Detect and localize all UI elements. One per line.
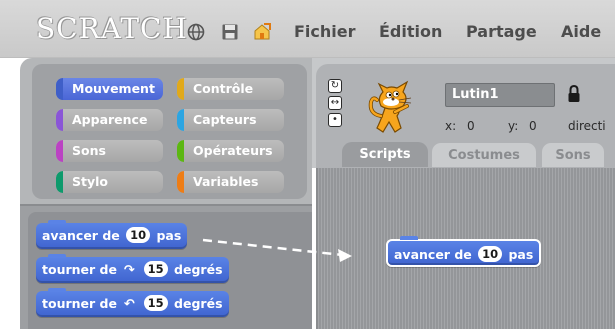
sprite-thumbnail[interactable]: [365, 76, 421, 138]
category-label: Apparence: [72, 112, 148, 127]
scratch-logo[interactable]: SCRATCH: [36, 12, 188, 45]
block-text: pas: [508, 247, 534, 262]
tab-costumes[interactable]: Costumes: [431, 142, 537, 167]
block-number-input[interactable]: 15: [143, 261, 168, 277]
sprite-info-panel: ↻ ↔ • Lutin1 x: 0 y: 0 directi Scripts C…: [312, 58, 615, 168]
block-turn-left[interactable]: tourner de ↶ 15 degrés: [36, 288, 229, 317]
category-color-stripe: [56, 109, 63, 131]
category-mouvement[interactable]: Mouvement: [56, 78, 163, 100]
no-rotate-icon[interactable]: •: [328, 113, 342, 127]
top-bar: SCRATCH Fichier Édition Partage Aide: [0, 0, 615, 58]
category-color-stripe: [177, 109, 184, 131]
direction-label: directi: [568, 119, 606, 133]
block-number-input[interactable]: 10: [478, 246, 503, 262]
category-variables[interactable]: Variables: [177, 171, 284, 193]
category-label: Stylo: [72, 174, 108, 189]
block-text: degrés: [174, 296, 223, 311]
block-text: avancer de: [394, 247, 472, 262]
tab-sons[interactable]: Sons: [541, 142, 605, 167]
y-coord-label: y:: [508, 119, 519, 133]
block-number-input[interactable]: 15: [143, 295, 168, 311]
menu-help[interactable]: Aide: [561, 22, 601, 41]
category-capteurs[interactable]: Capteurs: [177, 109, 284, 131]
category-color-stripe: [56, 140, 63, 162]
category-label: Sons: [72, 143, 106, 158]
block-move-steps[interactable]: avancer de 10 pas: [36, 220, 188, 249]
rotate-left-right-icon[interactable]: ↔: [328, 96, 342, 110]
menu-file[interactable]: Fichier: [294, 22, 356, 41]
block-notch: [48, 220, 66, 224]
menu-share[interactable]: Partage: [466, 22, 537, 41]
menu-edit[interactable]: Édition: [379, 22, 442, 41]
block-text: avancer de: [42, 228, 120, 243]
globe-icon[interactable]: [186, 22, 206, 42]
block-number-input[interactable]: 10: [126, 227, 151, 243]
x-coord-label: x:: [445, 119, 457, 133]
category-label: Mouvement: [72, 81, 155, 96]
category-palette-inner: Mouvement Contrôle Apparence Capteurs So…: [32, 64, 307, 199]
category-palette: Mouvement Contrôle Apparence Capteurs So…: [20, 58, 312, 204]
category-color-stripe: [56, 171, 63, 193]
lock-icon[interactable]: [567, 84, 581, 104]
sprite-name-field[interactable]: Lutin1: [445, 83, 555, 107]
block-notch: [48, 288, 66, 292]
category-label: Opérateurs: [193, 143, 273, 158]
category-color-stripe: [177, 171, 184, 193]
category-sons[interactable]: Sons: [56, 140, 163, 162]
category-controle[interactable]: Contrôle: [177, 78, 284, 100]
script-block-move-steps[interactable]: avancer de 10 pas: [386, 236, 542, 267]
category-label: Contrôle: [193, 81, 254, 96]
tab-scripts[interactable]: Scripts: [342, 142, 428, 167]
block-text: tourner de: [42, 262, 117, 277]
category-color-stripe: [177, 140, 184, 162]
category-apparence[interactable]: Apparence: [56, 109, 163, 131]
category-color-stripe: [177, 78, 184, 100]
category-label: Variables: [193, 174, 259, 189]
block-text: pas: [156, 228, 182, 243]
category-stylo[interactable]: Stylo: [56, 171, 163, 193]
y-coord-value: 0: [529, 119, 537, 133]
block-notch: [48, 254, 66, 258]
block-text: tourner de: [42, 296, 117, 311]
rotate-full-icon[interactable]: ↻: [328, 79, 342, 93]
turn-counterclockwise-icon: ↶: [123, 297, 135, 312]
category-label: Capteurs: [193, 112, 257, 127]
block-text: degrés: [174, 262, 223, 277]
category-color-stripe: [56, 78, 63, 100]
turn-clockwise-icon: ↷: [123, 263, 135, 278]
block-notch: [400, 236, 418, 240]
save-icon[interactable]: [220, 22, 240, 42]
x-coord-value: 0: [467, 119, 475, 133]
scratch-window: SCRATCH Fichier Édition Partage Aide Mou…: [0, 0, 615, 329]
category-operateurs[interactable]: Opérateurs: [177, 140, 284, 162]
block-turn-right[interactable]: tourner de ↷ 15 degrés: [36, 254, 229, 283]
share-icon[interactable]: [252, 22, 272, 42]
